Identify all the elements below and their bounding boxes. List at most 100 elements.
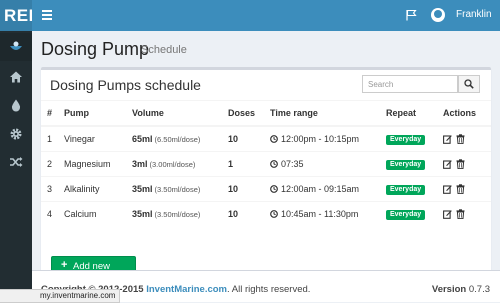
random-icon: [10, 157, 23, 167]
volume-value: 35ml: [132, 184, 153, 194]
trash-icon[interactable]: [456, 134, 465, 145]
edit-icon[interactable]: [443, 159, 452, 170]
actions-cell: [437, 125, 491, 152]
trash-icon[interactable]: [456, 184, 465, 195]
pump-name: Alkalinity: [58, 176, 126, 202]
time-range-value: 12:00am - 09:15am: [281, 184, 360, 194]
main-content: Dosing Pump Schedule Dosing Pumps schedu…: [32, 31, 500, 301]
col-time-range: Time range: [264, 101, 380, 127]
water-drop-icon: [11, 99, 21, 112]
volume-value: 65ml: [132, 134, 153, 144]
sidebar-item-dosing[interactable]: [0, 91, 32, 119]
doses-cell: 1: [222, 151, 264, 177]
edit-icon[interactable]: [443, 184, 452, 195]
per-dose-value: (6.50ml/dose): [154, 135, 201, 144]
sidebar-toggle-button[interactable]: [32, 0, 62, 31]
sidebar: [0, 31, 32, 301]
doses-value: 10: [228, 209, 239, 219]
repeat-cell: Everyday: [380, 151, 437, 177]
time-range-value: 10:45am - 11:30pm: [281, 209, 359, 219]
row-number: 2: [41, 151, 58, 177]
table-row: 1 Vinegar 65ml (6.50ml/dose) 10 12:00pm - 10:…: [41, 125, 491, 152]
company-link[interactable]: InventMarine.com: [146, 284, 227, 295]
repeat-badge: Everyday: [386, 210, 426, 220]
time-range-cell: 10:45am - 11:30pm: [264, 201, 380, 226]
actions-cell: [437, 151, 491, 177]
per-dose-value: (3.50ml/dose): [154, 210, 201, 219]
clock-icon: [270, 210, 278, 218]
flag-icon[interactable]: [405, 9, 417, 21]
col-actions: Actions: [437, 101, 491, 127]
pump-name: Calcium: [58, 201, 126, 226]
trash-icon[interactable]: [456, 209, 465, 220]
box-title: Dosing Pumps schedule: [50, 77, 201, 93]
col-number: #: [41, 101, 58, 127]
gear-icon: [10, 128, 22, 140]
app-logo[interactable]: REE: [0, 0, 32, 31]
copyright-suffix: . All rights reserved.: [227, 284, 311, 295]
doses-value: 10: [228, 184, 239, 194]
trash-icon[interactable]: [456, 159, 465, 170]
repeat-cell: Everyday: [380, 176, 437, 202]
pump-name: Vinegar: [58, 125, 126, 152]
repeat-badge: Everyday: [386, 135, 426, 145]
actions-cell: [437, 201, 491, 226]
table-row: 2 Magnesium 3ml (3.00ml/dose) 1 07:35 Everyday: [41, 151, 491, 177]
sidebar-item-dashboard[interactable]: [0, 33, 32, 61]
page-subtitle: Schedule: [141, 44, 187, 56]
row-number: 4: [41, 201, 58, 226]
sidebar-item-settings[interactable]: [0, 120, 32, 148]
per-dose-value: (3.00ml/dose): [149, 160, 196, 169]
table-header-row: # Pump Volume Doses Time range Repeat Ac…: [41, 101, 491, 127]
page-title: Dosing Pump: [41, 39, 150, 59]
version-info: Version 0.7.3: [432, 284, 490, 295]
schedule-box: Dosing Pumps schedule # Pump Volume Dose…: [41, 67, 491, 284]
volume-cell: 35ml (3.50ml/dose): [126, 201, 222, 226]
col-volume: Volume: [126, 101, 222, 127]
search-button[interactable]: [458, 75, 480, 93]
app-logo-icon: [10, 41, 22, 50]
volume-cell: 35ml (3.50ml/dose): [126, 176, 222, 202]
user-name: Franklin: [456, 9, 492, 20]
pump-name: Magnesium: [58, 151, 126, 177]
doses-value: 1: [228, 159, 234, 169]
time-range-cell: 12:00am - 09:15am: [264, 176, 380, 202]
search-icon: [464, 79, 474, 89]
doses-value: 10: [228, 134, 239, 144]
volume-cell: 3ml (3.00ml/dose): [126, 151, 222, 177]
clock-icon: [270, 185, 278, 193]
col-doses: Doses: [222, 101, 264, 127]
time-range-value: 12:00pm - 10:15pm: [281, 134, 360, 144]
edit-icon[interactable]: [443, 134, 452, 145]
volume-cell: 65ml (6.50ml/dose): [126, 125, 222, 152]
version-label: Version: [431, 284, 467, 295]
box-body: # Pump Volume Doses Time range Repeat Ac…: [41, 100, 491, 226]
col-repeat: Repeat: [380, 101, 437, 127]
repeat-badge: Everyday: [386, 185, 426, 195]
sidebar-item-random[interactable]: [0, 148, 32, 176]
repeat-badge: Everyday: [386, 160, 426, 170]
search-input[interactable]: [362, 75, 458, 93]
time-range-value: 07:35: [281, 159, 304, 169]
doses-cell: 10: [222, 125, 264, 152]
sidebar-item-home[interactable]: [0, 63, 32, 91]
doses-cell: 10: [222, 176, 264, 202]
avatar: [431, 8, 445, 22]
home-icon: [10, 71, 22, 83]
actions-cell: [437, 176, 491, 202]
table-row: 4 Calcium 35ml (3.50ml/dose) 10 10:45am - 11:…: [41, 201, 491, 226]
edit-icon[interactable]: [443, 209, 452, 220]
version-number: 0.7.3: [468, 284, 490, 295]
per-dose-value: (3.50ml/dose): [154, 185, 201, 194]
repeat-cell: Everyday: [380, 125, 437, 152]
clock-icon: [270, 135, 278, 143]
clock-icon: [270, 160, 278, 168]
volume-value: 3ml: [132, 159, 148, 169]
logo-text: REE: [4, 6, 32, 25]
top-navbar: REE Franklin: [0, 0, 500, 31]
schedule-table: # Pump Volume Doses Time range Repeat Ac…: [41, 101, 491, 226]
doses-cell: 10: [222, 201, 264, 226]
time-range-cell: 12:00pm - 10:15pm: [264, 125, 380, 152]
volume-value: 35ml: [132, 209, 153, 219]
row-number: 1: [41, 125, 58, 152]
